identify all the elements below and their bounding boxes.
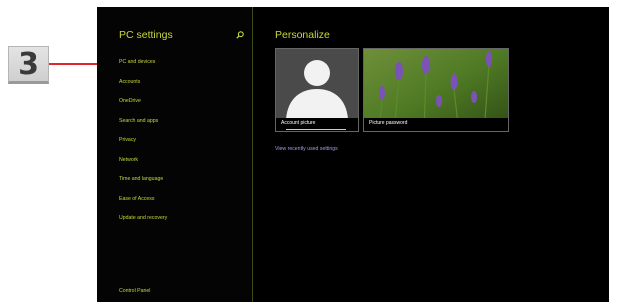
sidebar-divider [252,7,253,302]
control-panel-link[interactable]: Control Panel [119,288,150,294]
account-picture-tile[interactable]: Account picture [275,48,359,132]
sidebar-item-network[interactable]: Network [119,157,138,163]
search-icon[interactable] [236,31,244,39]
sidebar-item-update-and-recovery[interactable]: Update and recovery [119,215,167,221]
step-number: 3 [18,46,39,82]
sidebar-item-onedrive[interactable]: OneDrive [119,98,141,104]
sidebar-title: PC settings [119,29,173,41]
picture-password-tile[interactable]: Picture password [363,48,509,132]
pc-settings-screen: PC settings PC and devices Accounts OneD… [97,7,609,302]
sidebar-item-accounts[interactable]: Accounts [119,79,140,85]
sidebar-item-ease-of-access[interactable]: Ease of Access [119,196,154,202]
user-silhouette-icon [286,60,348,119]
tile-underline [286,129,346,130]
picture-password-label: Picture password [364,118,508,131]
step-callout-badge: 3 [8,46,49,84]
settings-sidebar: PC settings PC and devices Accounts OneD… [97,7,252,302]
sidebar-item-pc-and-devices[interactable]: PC and devices [119,59,155,65]
page-title: Personalize [275,29,330,41]
sidebar-item-privacy[interactable]: Privacy [119,137,136,143]
sidebar-item-search-and-apps[interactable]: Search and apps [119,118,158,124]
sidebar-item-time-and-language[interactable]: Time and language [119,176,163,182]
recent-settings-link[interactable]: View recently used settings [275,146,338,152]
